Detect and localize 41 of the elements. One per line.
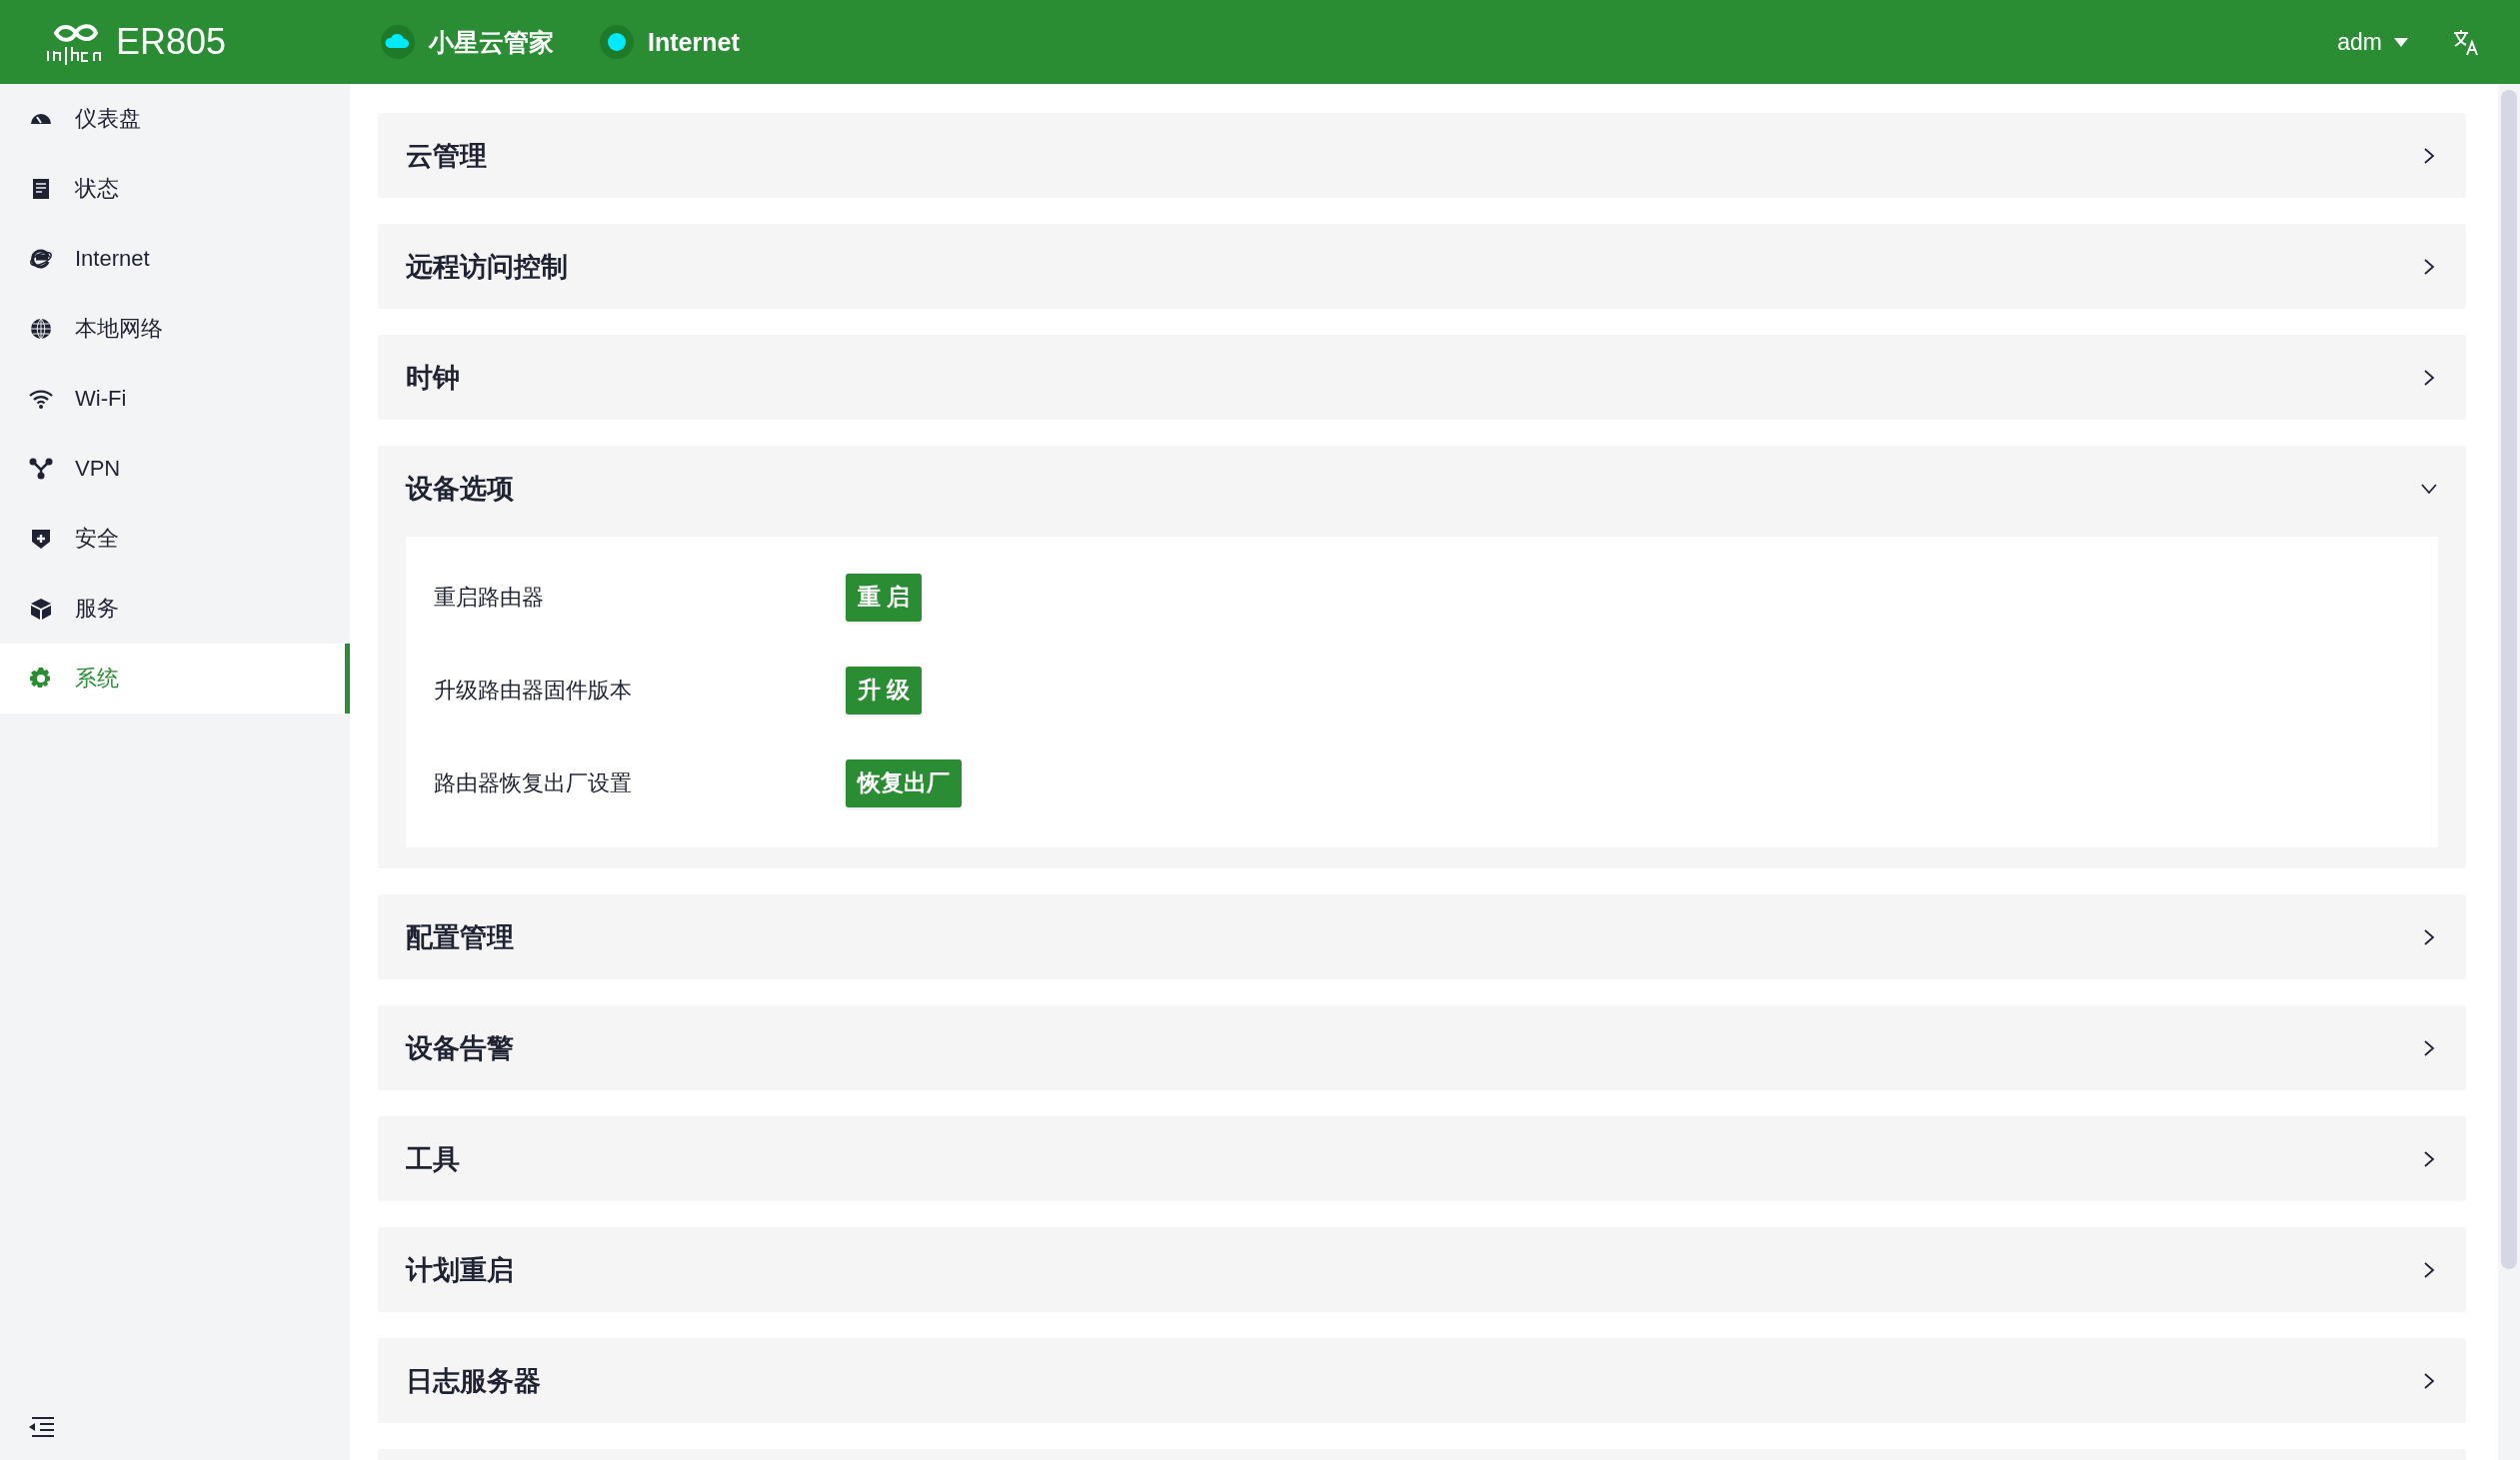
panel-header[interactable]: 配置管理 <box>378 894 2466 979</box>
browser-e-icon <box>29 247 53 271</box>
sidebar-item[interactable]: 本地网络 <box>0 294 350 364</box>
option-label: 升级路由器固件版本 <box>434 676 633 705</box>
gear-icon <box>29 667 53 691</box>
globe-icon <box>29 317 53 341</box>
sidebar-item[interactable]: 仪表盘 <box>0 84 350 154</box>
scrollbar[interactable] <box>2498 84 2520 1460</box>
panel-header[interactable]: 云管理 <box>378 113 2466 198</box>
panel-header[interactable]: 设备告警 <box>378 1005 2466 1090</box>
option-label: 路由器恢复出厂设置 <box>434 768 633 797</box>
translate-icon[interactable] <box>2452 28 2480 56</box>
panel-header[interactable]: 设备选项 <box>378 446 2466 531</box>
shield-plus-icon <box>29 527 53 551</box>
panel-header[interactable]: 计划重启 <box>378 1227 2466 1312</box>
panel-header[interactable]: 日志服务器 <box>378 1338 2466 1423</box>
network-nodes-icon <box>29 457 53 481</box>
sidebar-item[interactable]: Internet <box>0 224 350 294</box>
sidebar-item[interactable]: 状态 <box>0 154 350 224</box>
cube-icon <box>29 597 53 621</box>
sidebar-item[interactable]: Wi-Fi <box>0 364 350 434</box>
sidebar-item[interactable]: 安全 <box>0 504 350 574</box>
wifi-icon <box>29 387 53 411</box>
action-button[interactable]: 重 启 <box>846 573 923 622</box>
product-name: ER805 <box>116 21 227 63</box>
collapse-menu-icon[interactable] <box>28 1416 54 1438</box>
caret-icon <box>2394 37 2408 47</box>
user-menu[interactable]: adm <box>2337 28 2408 56</box>
status-label: 小星云管家 <box>429 26 555 58</box>
sidebar-item[interactable]: VPN <box>0 434 350 504</box>
status-label: Internet <box>648 27 740 57</box>
option-label: 重启路由器 <box>434 583 545 612</box>
sidebar-item[interactable]: 服务 <box>0 574 350 644</box>
action-button[interactable]: 升 级 <box>846 666 923 715</box>
sidebar-item[interactable]: 系统 <box>0 644 350 714</box>
status-dot-icon <box>600 25 635 59</box>
action-button[interactable]: 恢复出厂 <box>846 758 962 807</box>
panel-header[interactable]: 远程访问控制 <box>378 224 2466 309</box>
panel-header[interactable]: 工具 <box>378 1116 2466 1201</box>
panel-header[interactable]: 时钟 <box>378 335 2466 420</box>
cloud-icon <box>381 25 416 59</box>
